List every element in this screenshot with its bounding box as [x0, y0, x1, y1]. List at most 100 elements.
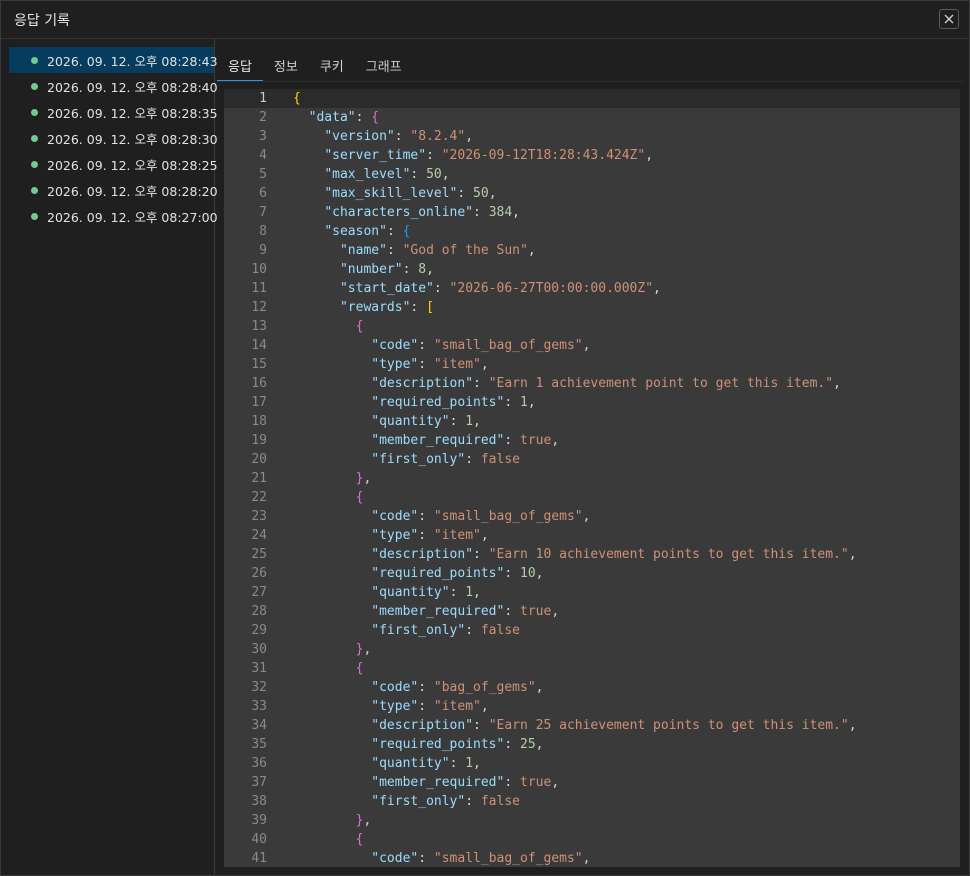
code-line: 19 "member_required": true, — [224, 431, 960, 450]
code-token: 1 — [465, 756, 474, 771]
line-number: 25 — [251, 547, 267, 562]
code-token: : — [504, 566, 520, 581]
code-text: "start_date": "2026-06-27T00:00:00.000Z"… — [293, 279, 661, 298]
line-number: 8 — [259, 224, 267, 239]
code-text: "first_only": false — [293, 621, 520, 640]
line-number: 4 — [259, 148, 267, 163]
code-token: : — [418, 509, 434, 524]
response-json-viewer[interactable]: 1{2 "data": {3 "version": "8.2.4", 4 "ser… — [224, 89, 960, 867]
code-token: : — [394, 129, 411, 144]
code-token: , — [363, 471, 372, 486]
history-item-label: 2026. 09. 12. 오후 08:28:20 — [47, 183, 218, 199]
code-token: : — [418, 528, 434, 543]
code-line: 9 "name": "God of the Sun", — [224, 241, 960, 260]
code-token: : — [355, 110, 372, 125]
code-text: }, — [293, 811, 372, 830]
line-number: 1 — [259, 91, 267, 106]
code-token: 10 — [520, 566, 536, 581]
code-line: 11 "start_date": "2026-06-27T00:00:00.00… — [224, 279, 960, 298]
line-number: 38 — [251, 794, 267, 809]
code-text: "number": 8, — [293, 260, 434, 279]
line-number: 14 — [251, 338, 267, 353]
code-token: "item" — [433, 699, 481, 714]
code-token: : — [449, 414, 466, 429]
code-token: "start_date" — [339, 281, 434, 296]
line-number: 32 — [251, 680, 267, 695]
code-token: : — [418, 357, 434, 372]
history-item[interactable]: 2026. 09. 12. 오후 08:28:25 — [9, 151, 218, 177]
code-line: 22 { — [224, 488, 960, 507]
code-token: : — [418, 680, 434, 695]
history-item[interactable]: 2026. 09. 12. 오후 08:28:20 — [9, 177, 218, 203]
code-token: 384 — [488, 205, 513, 220]
code-token: 50 — [426, 167, 442, 182]
history-item-label: 2026. 09. 12. 오후 08:27:00 — [47, 209, 218, 225]
code-token: "Earn 1 achievement point to get this it… — [488, 376, 834, 391]
code-token: 1 — [465, 585, 474, 600]
code-text: { — [293, 488, 364, 507]
line-number: 17 — [251, 395, 267, 410]
code-token: [ — [426, 300, 434, 315]
code-text: "code": "small_bag_of_gems", — [293, 507, 590, 526]
editor-scrollbar[interactable] — [950, 89, 960, 867]
line-number: 13 — [251, 319, 267, 334]
code-text: "member_required": true, — [293, 602, 559, 621]
line-number: 24 — [251, 528, 267, 543]
line-number: 30 — [251, 642, 267, 657]
code-token: , — [426, 262, 434, 277]
code-token: { — [355, 832, 364, 847]
code-token: 50 — [473, 186, 489, 201]
history-item-label: 2026. 09. 12. 오후 08:28:30 — [47, 131, 218, 147]
code-token: , — [582, 509, 591, 524]
code-token: : — [418, 699, 434, 714]
code-token: , — [848, 547, 857, 562]
code-token: , — [473, 585, 481, 600]
code-token: 1 — [465, 414, 474, 429]
code-token: { — [293, 91, 301, 106]
history-item[interactable]: 2026. 09. 12. 오후 08:28:43 — [9, 47, 218, 73]
history-item[interactable]: 2026. 09. 12. 오후 08:28:40 — [9, 73, 218, 99]
code-line: 40 { — [224, 830, 960, 849]
code-text: "description": "Earn 10 achievement poin… — [293, 545, 857, 564]
code-token: "code" — [371, 851, 419, 866]
code-text: }, — [293, 640, 372, 659]
tab-info[interactable]: 정보 — [263, 49, 309, 81]
code-text: "max_level": 50, — [293, 165, 449, 184]
code-line: 34 "description": "Earn 25 achievement p… — [224, 716, 960, 735]
code-token: , — [551, 604, 560, 619]
close-icon — [944, 14, 954, 24]
code-token: : — [457, 186, 474, 201]
close-button[interactable] — [939, 9, 959, 29]
code-line: 36 "quantity": 1, — [224, 754, 960, 773]
code-token: "required_points" — [371, 395, 505, 410]
tab-response[interactable]: 응답 — [217, 49, 263, 82]
tab-cookies[interactable]: 쿠키 — [309, 49, 355, 81]
code-text: "version": "8.2.4", — [293, 127, 473, 146]
code-token: "Earn 25 achievement points to get this … — [488, 718, 849, 733]
status-dot-icon — [31, 161, 38, 168]
code-line: 28 "member_required": true, — [224, 602, 960, 621]
code-token: , — [512, 205, 520, 220]
code-token: , — [535, 680, 544, 695]
code-token: : — [410, 300, 427, 315]
code-line: 13 { — [224, 317, 960, 336]
line-number: 10 — [251, 262, 267, 277]
code-token: , — [363, 813, 372, 828]
code-text: "rewards": [ — [293, 298, 434, 317]
code-token: , — [473, 414, 481, 429]
history-item[interactable]: 2026. 09. 12. 오후 08:27:00 — [9, 203, 218, 229]
code-line: 3 "version": "8.2.4", — [224, 127, 960, 146]
code-token: , — [551, 433, 560, 448]
code-line: 41 "code": "small_bag_of_gems", — [224, 849, 960, 867]
tab-bar: 응답 정보 쿠키 그래프 — [217, 49, 413, 82]
code-token: "code" — [371, 680, 419, 695]
tab-graph[interactable]: 그래프 — [355, 49, 413, 81]
history-item[interactable]: 2026. 09. 12. 오후 08:28:30 — [9, 125, 218, 151]
code-token: : — [449, 756, 466, 771]
history-item-label: 2026. 09. 12. 오후 08:28:25 — [47, 157, 218, 173]
line-number: 27 — [251, 585, 267, 600]
history-item-label: 2026. 09. 12. 오후 08:28:35 — [47, 105, 218, 121]
code-token: , — [480, 528, 489, 543]
code-token: "characters_online" — [324, 205, 474, 220]
history-item[interactable]: 2026. 09. 12. 오후 08:28:35 — [9, 99, 218, 125]
